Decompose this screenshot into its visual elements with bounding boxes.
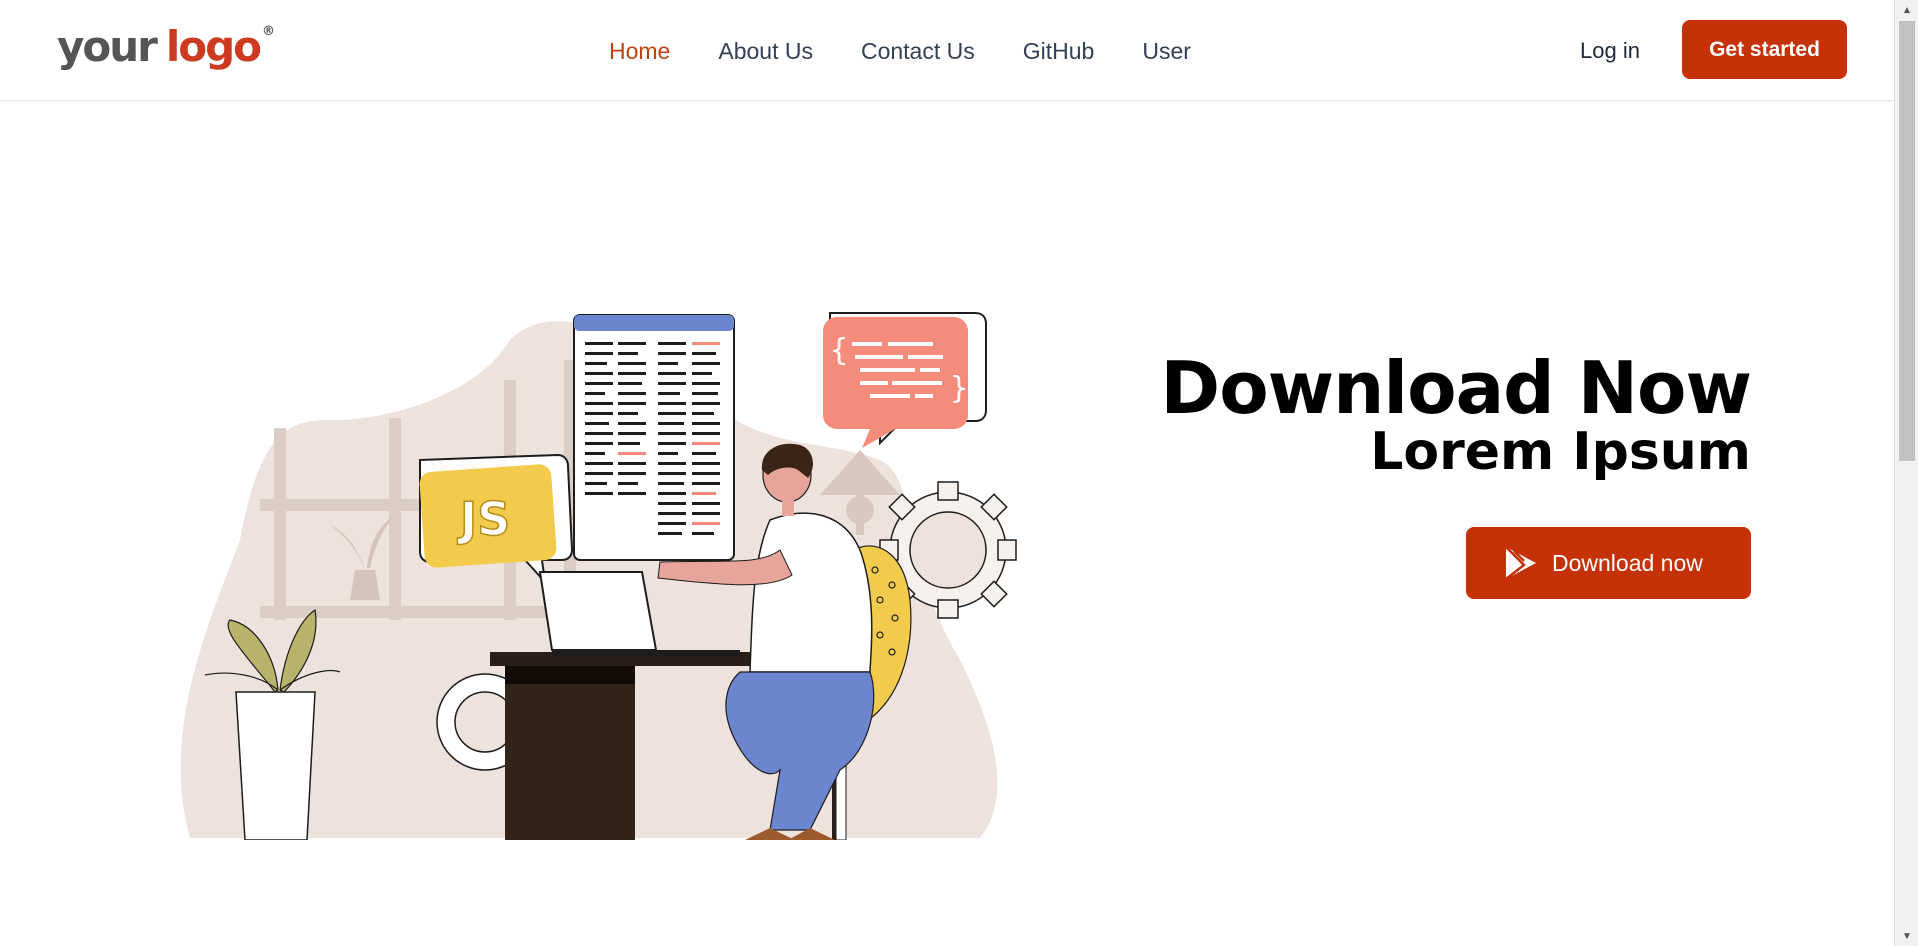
brand-logo[interactable]: your logo ® xyxy=(57,22,275,78)
hero-subtitle: Lorem Ipsum xyxy=(1370,422,1751,482)
scroll-down-arrow-icon[interactable]: ▼ xyxy=(1895,926,1918,946)
code-bubble-symbols-close: } xyxy=(950,371,968,406)
nav-item-home[interactable]: Home xyxy=(609,36,670,66)
download-now-button[interactable]: Download now xyxy=(1466,527,1751,599)
hero-title: Download Now xyxy=(1160,346,1752,430)
play-store-icon xyxy=(1502,545,1538,581)
code-bubble-symbols: { xyxy=(830,333,848,368)
nav-item-user[interactable]: User xyxy=(1142,36,1191,66)
scroll-up-arrow-icon[interactable]: ▲ xyxy=(1895,0,1918,20)
code-bubble-icon: { } xyxy=(823,312,987,448)
main-nav: Home About Us Contact Us GitHub User xyxy=(609,36,1239,66)
code-window-icon xyxy=(573,314,735,561)
js-badge-text: JS xyxy=(457,492,510,546)
download-now-label: Download now xyxy=(1552,549,1703,576)
site-header: your logo ® Home About Us Contact Us Git… xyxy=(0,0,1894,101)
scrollbar-thumb[interactable] xyxy=(1899,21,1915,461)
hero-illustration: { } JS xyxy=(180,312,1017,840)
logo-word-logo: logo xyxy=(165,22,262,71)
vertical-scrollbar[interactable]: ▲ ▼ xyxy=(1894,0,1918,946)
nav-item-github[interactable]: GitHub xyxy=(1023,36,1095,66)
login-link[interactable]: Log in xyxy=(1580,36,1640,66)
nav-item-contact-us[interactable]: Contact Us xyxy=(861,36,975,66)
get-started-button[interactable]: Get started xyxy=(1682,20,1847,79)
nav-item-about-us[interactable]: About Us xyxy=(718,36,813,66)
logo-word-your: your xyxy=(57,22,158,71)
page: your logo ® Home About Us Contact Us Git… xyxy=(0,0,1918,946)
registered-mark: ® xyxy=(262,24,276,39)
